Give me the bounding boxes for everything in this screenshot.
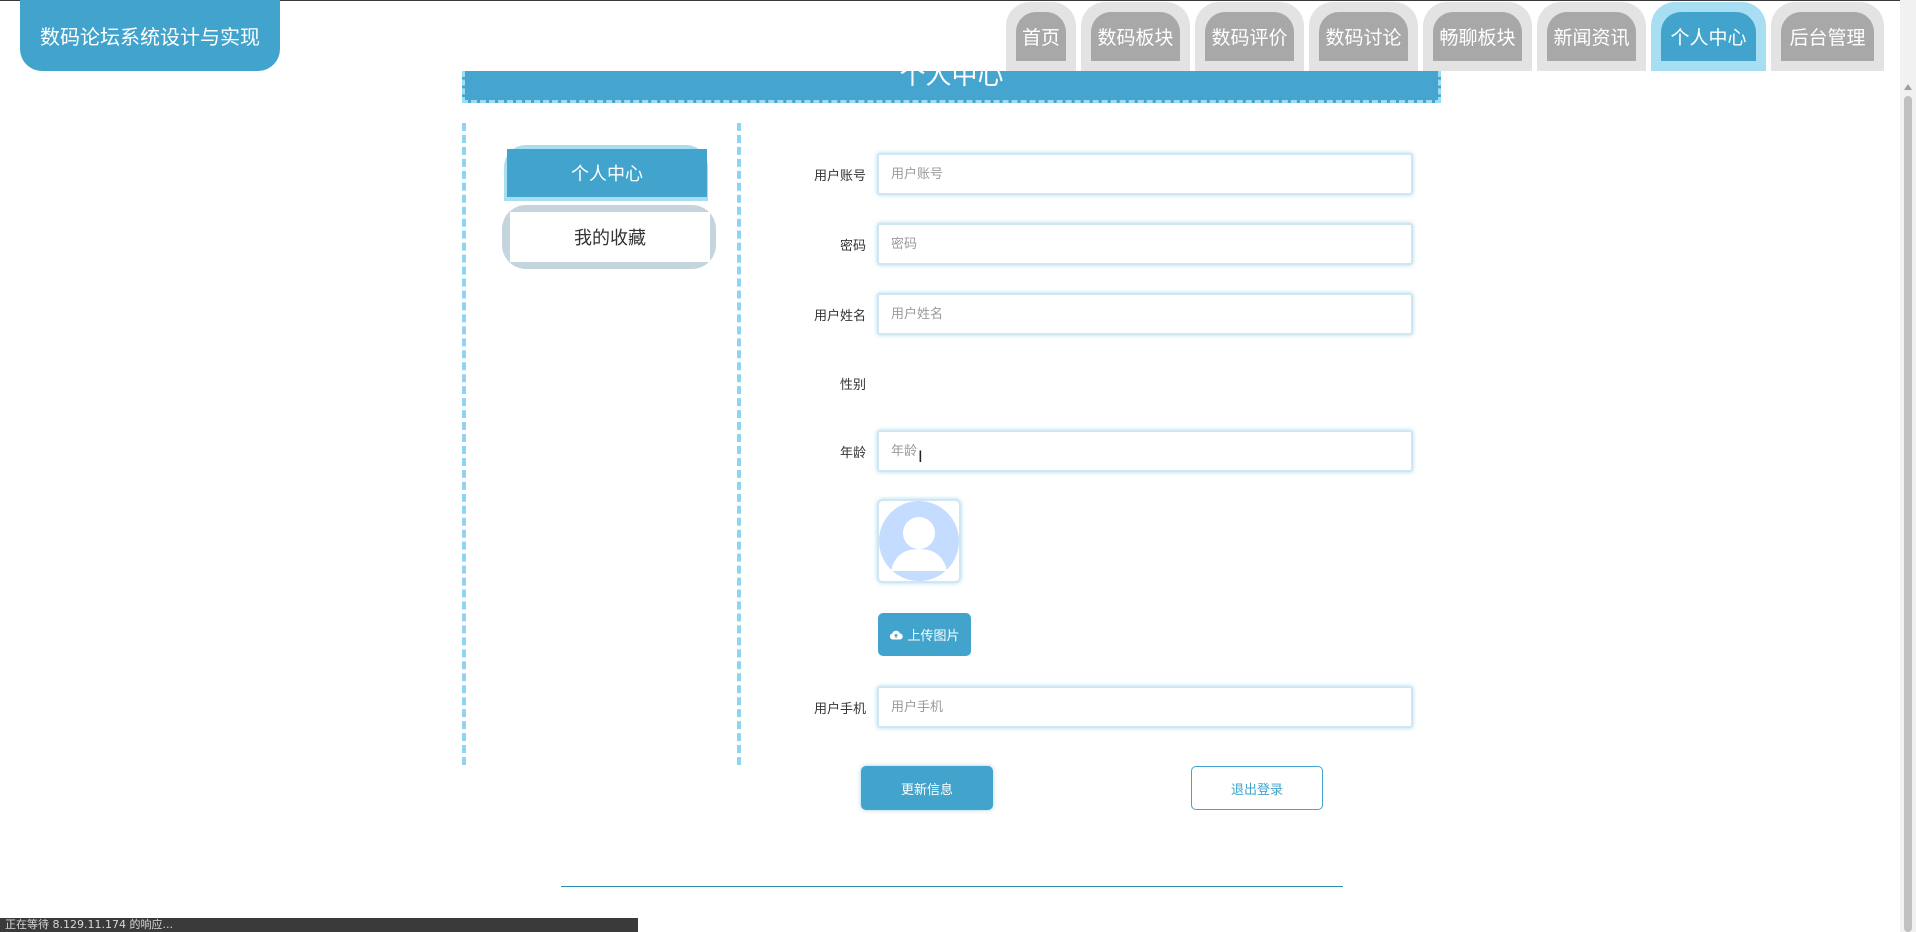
logout-button[interactable]: 退出登录 <box>1191 766 1323 810</box>
window-top-edge <box>0 0 1916 1</box>
page-title: 个人中心 <box>899 71 1004 91</box>
user-avatar-placeholder-icon <box>879 501 959 581</box>
name-label: 用户姓名 <box>813 309 866 324</box>
text-cursor-icon: I <box>918 447 923 466</box>
upload-image-button[interactable]: 上传图片 <box>878 613 971 656</box>
nav-item-news[interactable]: 新闻资讯 <box>1537 2 1646 71</box>
phone-label: 用户手机 <box>813 702 866 717</box>
nav-item-label: 数码板块 <box>1091 12 1180 61</box>
sidebar-item-label: 个人中心 <box>507 149 707 197</box>
nav-item-label: 畅聊板块 <box>1433 12 1522 61</box>
logout-button-label: 退出登录 <box>1230 782 1283 798</box>
age-input[interactable] <box>877 430 1413 472</box>
nav-item-label: 首页 <box>1016 12 1066 61</box>
update-button-label: 更新信息 <box>900 782 953 798</box>
page-banner: 个人中心 <box>462 71 1441 103</box>
status-text: 正在等待 8.129.11.174 的响应... <box>5 918 173 931</box>
site-title: 数码论坛系统设计与实现 <box>40 25 260 49</box>
scroll-up-arrow-icon[interactable] <box>1904 84 1912 90</box>
left-dashed-divider <box>462 123 466 765</box>
sidebar-item-label: 我的收藏 <box>510 212 710 262</box>
scrollbar-thumb[interactable] <box>1904 96 1912 932</box>
nav-item-label: 新闻资讯 <box>1547 12 1636 61</box>
sidebar-item-personal-center[interactable]: 个人中心 <box>504 145 708 201</box>
avatar-preview[interactable] <box>877 499 961 583</box>
nav-item-personal-center[interactable]: 个人中心 <box>1651 2 1766 71</box>
site-logo-title[interactable]: 数码论坛系统设计与实现 <box>20 0 280 71</box>
nav-item-label: 数码评价 <box>1205 12 1294 61</box>
gender-label: 性别 <box>839 378 866 393</box>
password-input[interactable] <box>877 223 1413 265</box>
nav-item-home[interactable]: 首页 <box>1006 2 1076 71</box>
nav-item-label: 数码讨论 <box>1319 12 1408 61</box>
age-label: 年龄 <box>839 446 866 461</box>
name-input[interactable] <box>877 293 1413 335</box>
account-input[interactable] <box>877 153 1413 195</box>
nav-item-label: 后台管理 <box>1781 12 1874 61</box>
phone-input[interactable] <box>877 686 1413 728</box>
vertical-scrollbar[interactable] <box>1900 0 1916 932</box>
nav-item-label: 个人中心 <box>1661 12 1756 61</box>
account-label: 用户账号 <box>813 169 866 184</box>
nav-item-digital-section[interactable]: 数码板块 <box>1081 2 1190 71</box>
nav-item-admin[interactable]: 后台管理 <box>1771 2 1884 71</box>
browser-status-bar: 正在等待 8.129.11.174 的响应... <box>0 918 638 932</box>
upload-button-label: 上传图片 <box>907 629 960 644</box>
nav-item-digital-discussion[interactable]: 数码讨论 <box>1309 2 1418 71</box>
update-info-button[interactable]: 更新信息 <box>861 766 993 810</box>
sidebar-item-my-favorites[interactable]: 我的收藏 <box>502 205 716 269</box>
middle-dashed-divider <box>737 123 741 765</box>
nav-item-chat-section[interactable]: 畅聊板块 <box>1423 2 1532 71</box>
cloud-upload-icon <box>890 630 904 640</box>
password-label: 密码 <box>839 239 866 254</box>
nav-item-digital-review[interactable]: 数码评价 <box>1195 2 1304 71</box>
footer-divider <box>561 886 1343 887</box>
